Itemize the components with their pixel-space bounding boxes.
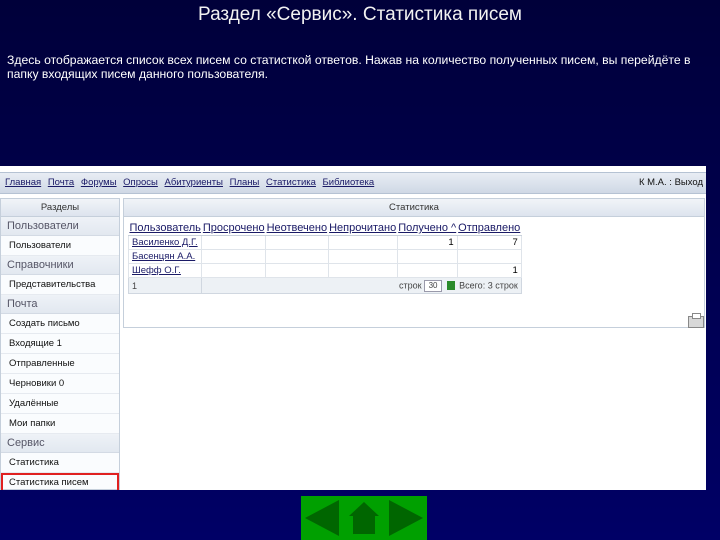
column-header-unanswered[interactable]: Неотвечено [265, 221, 329, 236]
slide-navigation [301, 496, 427, 540]
statistics-table: Пользователь Просрочено Неотвечено Непро… [127, 221, 522, 294]
nav-plans[interactable]: Планы [230, 177, 260, 188]
nav-applicants[interactable]: Абитуриенты [165, 177, 223, 188]
overdue-cell [201, 263, 267, 278]
user-cell[interactable]: Василенко Д.Г. [127, 235, 203, 250]
unread-cell [327, 263, 398, 278]
arrow-right-icon [389, 500, 423, 536]
sidebar-group-service[interactable]: Сервис [1, 434, 119, 453]
table-row: Шефф О.Г. 1 [127, 263, 522, 278]
sidebar-item-compose[interactable]: Создать письмо [1, 314, 119, 334]
sidebar-group-users[interactable]: Пользователи [1, 217, 119, 236]
sidebar-item-inbox[interactable]: Входящие 1 [1, 334, 119, 354]
unanswered-cell [265, 235, 329, 250]
received-link[interactable] [396, 249, 458, 264]
unread-cell [327, 249, 398, 264]
column-header-user[interactable]: Пользователь [128, 221, 202, 236]
received-link[interactable] [396, 263, 458, 278]
slide-title: Раздел «Сервис». Статистика писем [198, 4, 522, 25]
page-number[interactable]: 1 [127, 277, 203, 294]
top-nav-bar: Главная Почта Форумы Опросы Абитуриенты … [0, 172, 706, 194]
sidebar-item-deleted[interactable]: Удалённые [1, 394, 119, 414]
sidebar-item-statistics[interactable]: Статистика [1, 453, 119, 473]
sidebar-title: Разделы [1, 199, 119, 217]
logout-link[interactable]: Выход [675, 177, 703, 188]
sidebar: Разделы Пользователи Пользователи Справо… [0, 198, 120, 490]
nav-forums[interactable]: Форумы [81, 177, 117, 188]
main-menu: Главная Почта Форумы Опросы Абитуриенты … [5, 177, 378, 188]
sidebar-item-sent[interactable]: Отправленные [1, 354, 119, 374]
column-header-sent[interactable]: Отправлено [457, 221, 522, 236]
sent-cell [456, 249, 522, 264]
unanswered-cell [265, 263, 329, 278]
rows-label: строк [398, 279, 422, 290]
panel-title: Статистика [124, 199, 704, 217]
next-slide-button[interactable] [385, 496, 427, 540]
prev-slide-button[interactable] [301, 496, 343, 540]
statistics-panel: Статистика Пользователь Просрочено Неотв… [123, 198, 705, 328]
unread-cell [327, 235, 398, 250]
column-header-overdue[interactable]: Просрочено [201, 221, 266, 236]
total-rows: Всего: 3 строк [459, 279, 518, 290]
print-icon[interactable] [688, 313, 704, 328]
sidebar-item-drafts[interactable]: Черновики 0 [1, 374, 119, 394]
table-row: Басенцян А.А. [127, 249, 522, 264]
nav-library[interactable]: Библиотека [323, 177, 375, 188]
sidebar-group-directories[interactable]: Справочники [1, 256, 119, 275]
nav-polls[interactable]: Опросы [123, 177, 158, 188]
rows-per-page-input[interactable]: 30 [424, 279, 443, 292]
arrow-left-icon [305, 500, 339, 536]
sent-cell: 1 [456, 263, 522, 278]
sent-cell: 7 [456, 235, 522, 250]
column-header-unread[interactable]: Непрочитано [328, 221, 398, 236]
home-icon [349, 502, 379, 516]
nav-home[interactable]: Главная [5, 177, 41, 188]
sidebar-item-mail-statistics[interactable]: Статистика писем [1, 473, 119, 490]
table-row: Василенко Д.Г. 1 7 [127, 235, 522, 250]
user-cell[interactable]: Шефф О.Г. [127, 263, 203, 278]
received-link[interactable]: 1 [396, 235, 458, 250]
user-info: К М.А. : Выход [638, 177, 703, 188]
unanswered-cell [265, 249, 329, 264]
pager-controls: строк 30 Всего: 3 строк [201, 277, 522, 294]
sidebar-item-my-folders[interactable]: Мои папки [1, 414, 119, 434]
home-slide-button[interactable] [343, 496, 385, 540]
app-screenshot: Главная Почта Форумы Опросы Абитуриенты … [0, 166, 706, 490]
user-cell[interactable]: Басенцян А.А. [127, 249, 203, 264]
user-name: К М.А. [638, 177, 667, 188]
column-header-received[interactable]: Получено ^ [397, 221, 458, 236]
sidebar-group-mail[interactable]: Почта [1, 295, 119, 314]
sidebar-item-representations[interactable]: Представительства [1, 275, 119, 295]
nav-mail[interactable]: Почта [48, 177, 74, 188]
slide-description: Здесь отображается список всех писем со … [7, 53, 691, 81]
overdue-cell [201, 249, 267, 264]
overdue-cell [201, 235, 267, 250]
nav-statistics[interactable]: Статистика [266, 177, 316, 188]
excel-export-icon[interactable] [446, 281, 455, 290]
pager-row: 1 строк 30 Всего: 3 строк [127, 277, 522, 294]
sidebar-item-users[interactable]: Пользователи [1, 236, 119, 256]
